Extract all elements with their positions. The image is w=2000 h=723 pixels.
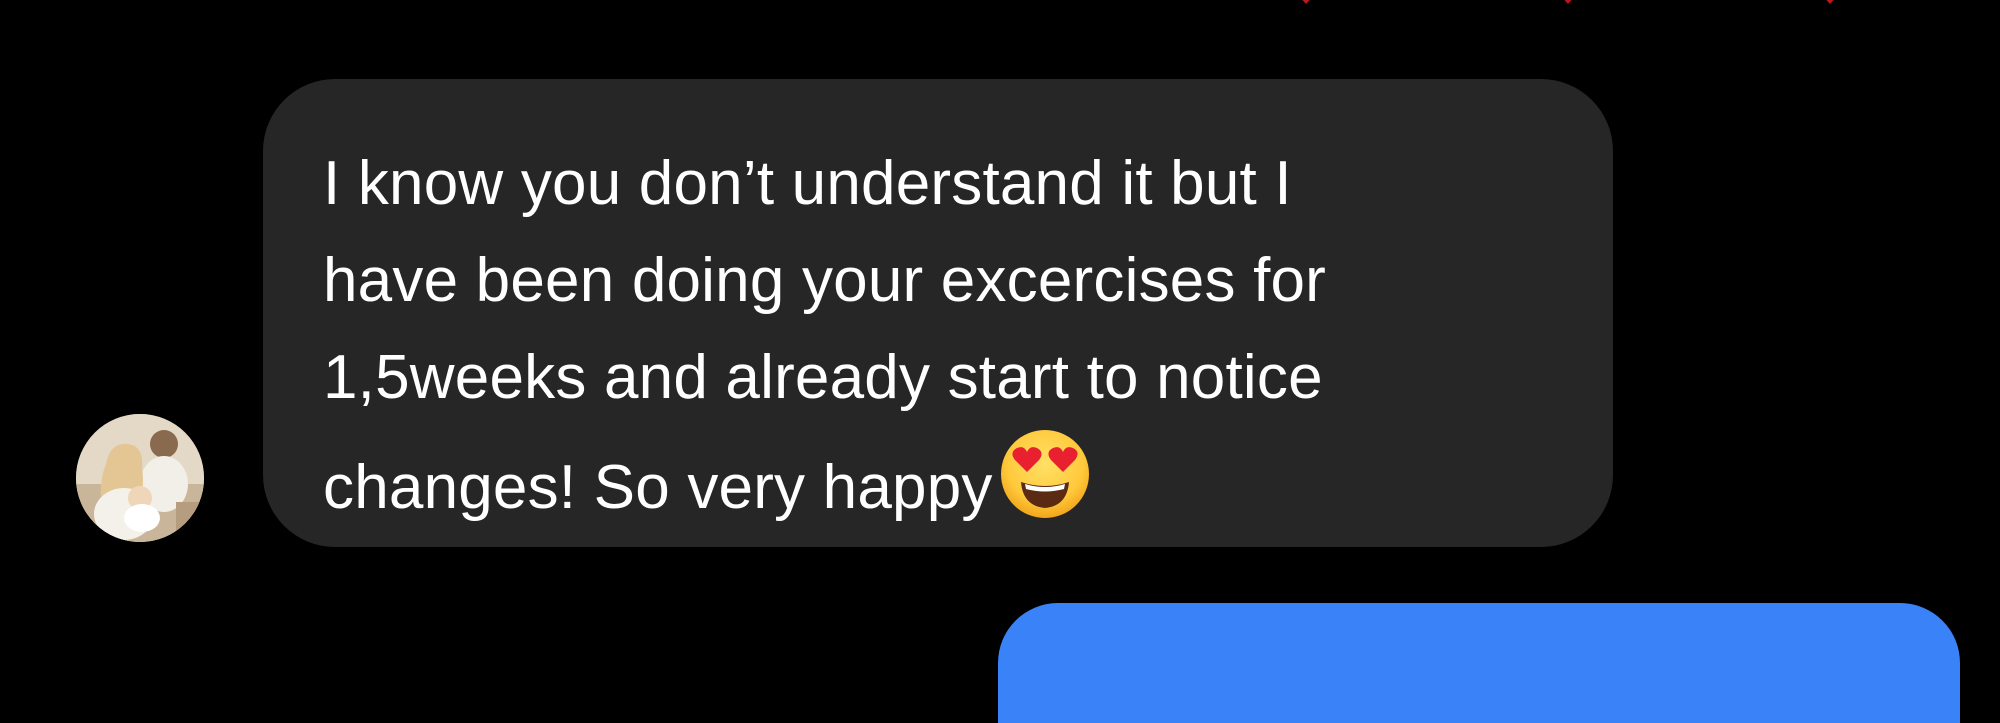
heart-reaction-icon[interactable] bbox=[1558, 0, 1578, 6]
message-text-last-line: changes! So very happy bbox=[323, 426, 1553, 536]
profile-photo-icon bbox=[76, 414, 204, 542]
heart-reaction-icon[interactable] bbox=[1296, 0, 1316, 6]
message-text-line: 1,5weeks and already start to notice bbox=[323, 343, 1323, 412]
heart-reaction-icon[interactable] bbox=[1820, 0, 1840, 6]
message-text-line: I know you don’t understand it but I bbox=[323, 149, 1292, 218]
message-text-line: changes! So very happy bbox=[323, 453, 993, 522]
sender-avatar[interactable] bbox=[76, 414, 204, 542]
heart-eyes-emoji-icon bbox=[1000, 430, 1089, 518]
incoming-message-bubble[interactable]: I know you don’t understand it but I hav… bbox=[263, 79, 1613, 547]
reaction-row bbox=[0, 0, 2000, 10]
outgoing-message-bubble[interactable] bbox=[998, 603, 1960, 723]
message-text-line: have been doing your excercises for bbox=[323, 246, 1327, 315]
